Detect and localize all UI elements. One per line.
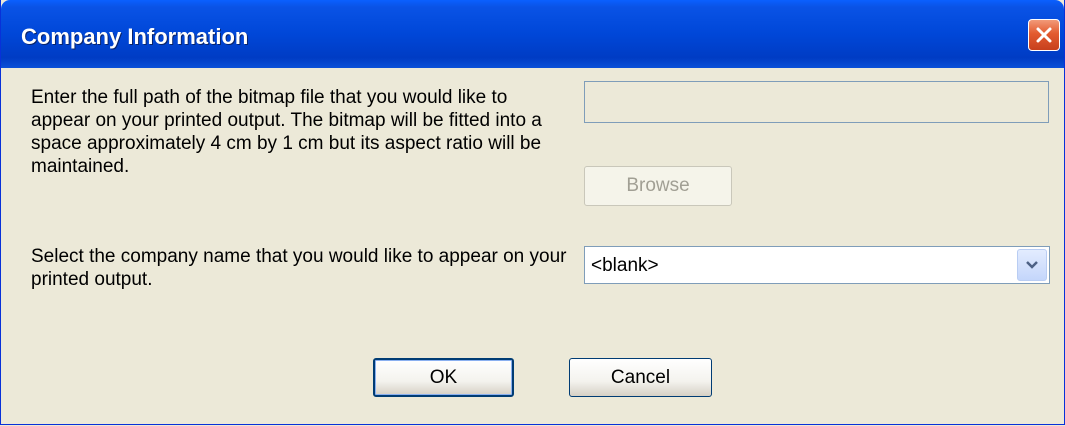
company-name-value: <blank>: [591, 255, 659, 276]
company-description: Select the company name that you would l…: [31, 246, 567, 290]
browse-button[interactable]: Browse: [584, 166, 732, 206]
chevron-down-icon: [1026, 261, 1038, 269]
dropdown-button[interactable]: [1017, 249, 1047, 281]
dialog-body: Enter the full path of the bitmap file t…: [1, 68, 1064, 424]
ok-button[interactable]: OK: [373, 358, 514, 397]
title-bar[interactable]: Company Information: [1, 0, 1064, 68]
company-name-select[interactable]: <blank>: [584, 246, 1050, 284]
dialog-title: Company Information: [21, 24, 249, 49]
company-information-dialog: Company Information Enter the full path …: [0, 0, 1065, 425]
bitmap-path-field[interactable]: [584, 81, 1049, 123]
bitmap-description: Enter the full path of the bitmap file t…: [31, 87, 542, 177]
close-icon: [1036, 27, 1052, 43]
close-button[interactable]: [1028, 19, 1060, 51]
cancel-button[interactable]: Cancel: [569, 358, 712, 397]
